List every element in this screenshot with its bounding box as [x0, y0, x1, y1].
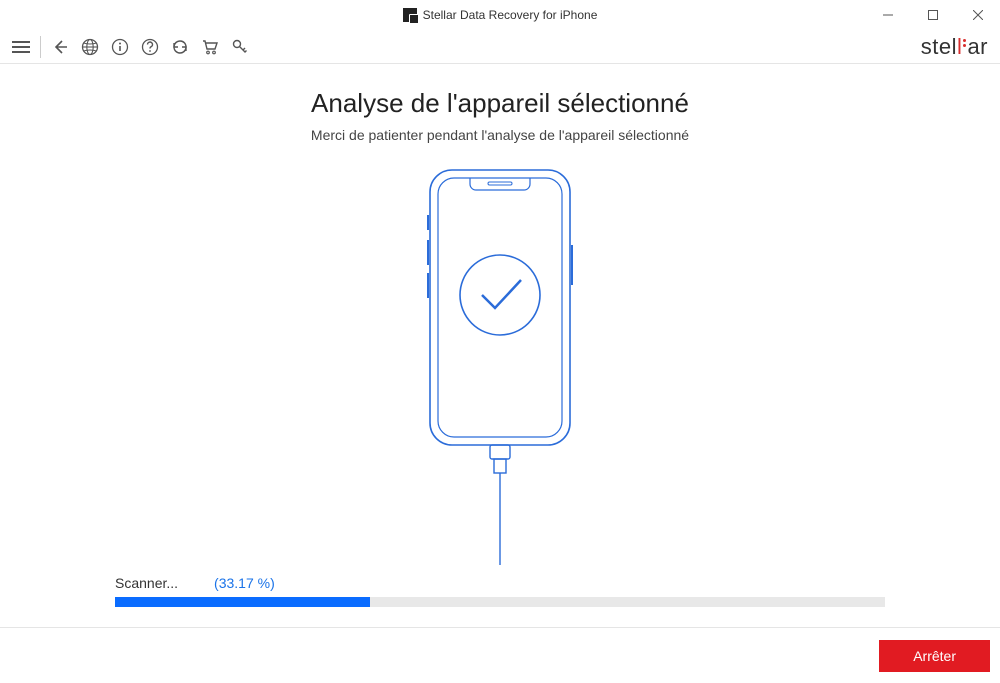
- info-icon: [111, 38, 129, 56]
- main-content: Analyse de l'appareil sélectionné Merci …: [0, 64, 1000, 607]
- brand-dots-icon: [963, 39, 966, 47]
- maximize-icon: [928, 10, 938, 20]
- window-controls: [865, 0, 1000, 30]
- globe-icon: [81, 38, 99, 56]
- device-illustration: [0, 165, 1000, 565]
- help-icon: [141, 38, 159, 56]
- activate-button[interactable]: [225, 32, 255, 62]
- progress-section: Scanner... (33.17 %): [115, 575, 885, 607]
- language-button[interactable]: [75, 32, 105, 62]
- progress-bar-fill: [115, 597, 370, 607]
- brand-text-part2: ar: [967, 34, 988, 60]
- refresh-icon: [171, 38, 189, 56]
- brand-text-l: l: [957, 34, 962, 60]
- refresh-button[interactable]: [165, 32, 195, 62]
- maximize-button[interactable]: [910, 0, 955, 30]
- info-button[interactable]: [105, 32, 135, 62]
- brand-text-part1: stel: [921, 34, 957, 60]
- titlebar: Stellar Data Recovery for iPhone: [0, 0, 1000, 30]
- app-title: Stellar Data Recovery for iPhone: [423, 8, 598, 22]
- key-icon: [231, 38, 249, 56]
- toolbar-separator: [40, 36, 41, 58]
- hamburger-icon: [12, 40, 30, 54]
- brand-logo: stel l ar: [921, 34, 988, 60]
- close-button[interactable]: [955, 0, 1000, 30]
- toolbar: stel l ar: [0, 30, 1000, 64]
- iphone-icon: [400, 165, 600, 565]
- progress-percent-label: (33.17 %): [214, 575, 275, 591]
- buy-button[interactable]: [195, 32, 225, 62]
- back-button[interactable]: [45, 32, 75, 62]
- menu-button[interactable]: [6, 32, 36, 62]
- close-icon: [973, 10, 983, 20]
- progress-labels: Scanner... (33.17 %): [115, 575, 885, 591]
- footer: Arrêter: [0, 627, 1000, 683]
- progress-status-label: Scanner...: [115, 575, 178, 591]
- app-title-container: Stellar Data Recovery for iPhone: [403, 8, 598, 22]
- back-arrow-icon: [52, 39, 68, 55]
- stop-button[interactable]: Arrêter: [879, 640, 990, 672]
- minimize-icon: [883, 10, 893, 20]
- minimize-button[interactable]: [865, 0, 910, 30]
- page-title: Analyse de l'appareil sélectionné: [0, 88, 1000, 119]
- app-icon: [403, 8, 417, 22]
- cart-icon: [201, 38, 219, 56]
- page-subtitle: Merci de patienter pendant l'analyse de …: [0, 127, 1000, 143]
- progress-bar: [115, 597, 885, 607]
- help-button[interactable]: [135, 32, 165, 62]
